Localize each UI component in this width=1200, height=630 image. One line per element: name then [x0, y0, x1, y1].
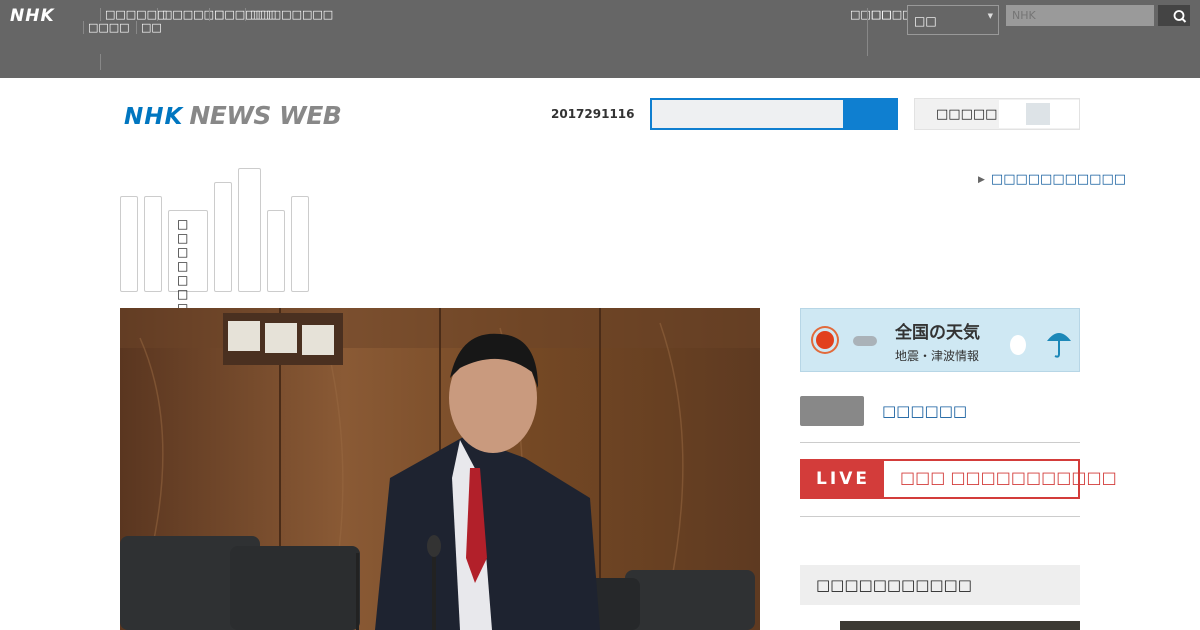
site-search-input[interactable]	[652, 100, 842, 128]
region-select[interactable]: □□ ▼	[907, 5, 999, 35]
category-tab-1[interactable]	[120, 196, 138, 292]
global-nav-item-4[interactable]: □□□□□□	[157, 8, 224, 21]
toggle-track	[999, 100, 1079, 128]
cloud-icon	[853, 336, 877, 346]
brand-news-web: NEWS WEB	[189, 101, 342, 130]
region-select-value: □□	[914, 14, 937, 28]
ranking-header: □□□□□□□□□□□	[800, 565, 1080, 605]
sub-link[interactable]: ▶ □□□□□□□□□□□	[978, 172, 1126, 187]
history-badge	[800, 396, 864, 426]
sub-link-label: □□□□□□□□□□□	[990, 172, 1127, 187]
nav-divider	[100, 54, 101, 70]
weather-banner[interactable]: 全国の天気 地震・津波情報	[800, 308, 1080, 372]
sidebar-divider	[800, 516, 1080, 517]
date-display: 2017291116	[551, 107, 635, 121]
toggle-knob[interactable]	[1026, 103, 1050, 125]
category-tab-3[interactable]: □□□□□□□□	[168, 210, 208, 329]
nhk-news-web-logo[interactable]: NHK NEWS WEB	[124, 101, 342, 130]
snowman-icon	[1010, 335, 1026, 355]
weather-banner-subtitle: 地震・津波情報	[895, 349, 980, 363]
global-nav-bar: NHK □□□□ □□□□□□ □□ □□□□□□ □□□□□□ □□□□□□□…	[0, 0, 1200, 78]
category-tab-2[interactable]	[144, 196, 162, 292]
global-nav-item-5[interactable]: □□□□□□	[209, 8, 276, 21]
live-badge: LIVE	[802, 461, 884, 497]
sun-icon	[816, 331, 834, 349]
site-search-button[interactable]	[843, 100, 896, 128]
weather-banner-title: 全国の天気	[895, 323, 980, 343]
category-tab-7[interactable]	[291, 196, 309, 292]
utility-item-1[interactable]: □□□□	[850, 8, 892, 21]
global-nav-item-1[interactable]: □□□□	[83, 21, 130, 34]
brand-nhk: NHK	[124, 104, 184, 130]
ranking-title: □□□□□□□□□□□	[816, 576, 972, 594]
umbrella-icon	[1047, 333, 1071, 358]
global-nav-item-2[interactable]: □□□□□□	[100, 8, 167, 21]
global-search-input[interactable]	[1006, 5, 1154, 26]
display-toggle-label: □□□□□	[936, 107, 998, 122]
sidebar-divider	[800, 442, 1080, 443]
nhk-logo[interactable]: NHK	[10, 6, 55, 26]
chevron-down-icon: ▼	[987, 12, 993, 20]
display-toggle[interactable]: □□□□□	[914, 98, 1080, 130]
history-link[interactable]: □□□□□□	[882, 402, 967, 420]
search-icon	[1173, 10, 1187, 23]
live-stream-banner[interactable]: LIVE □□□ □□□□□□□□□□□	[800, 459, 1117, 499]
live-stream-title: □□□ □□□□□□□□□□□	[900, 468, 1117, 487]
utility-item-2[interactable]: □□□□□	[871, 8, 923, 21]
site-search-box	[650, 98, 898, 130]
global-nav-item-3[interactable]: □□	[136, 21, 162, 34]
news-photo-image	[120, 308, 760, 630]
utility-divider	[867, 8, 868, 56]
triangle-right-icon: ▶	[978, 175, 985, 185]
news-main-photo[interactable]	[120, 308, 760, 630]
category-tab-5[interactable]	[238, 168, 261, 292]
category-tab-6[interactable]	[267, 210, 285, 292]
global-search-button[interactable]	[1158, 5, 1190, 26]
global-nav-item-6[interactable]: □□□□□□□□	[245, 8, 333, 21]
ranking-thumbnail[interactable]	[840, 621, 1080, 630]
category-tab-4[interactable]	[214, 182, 232, 292]
